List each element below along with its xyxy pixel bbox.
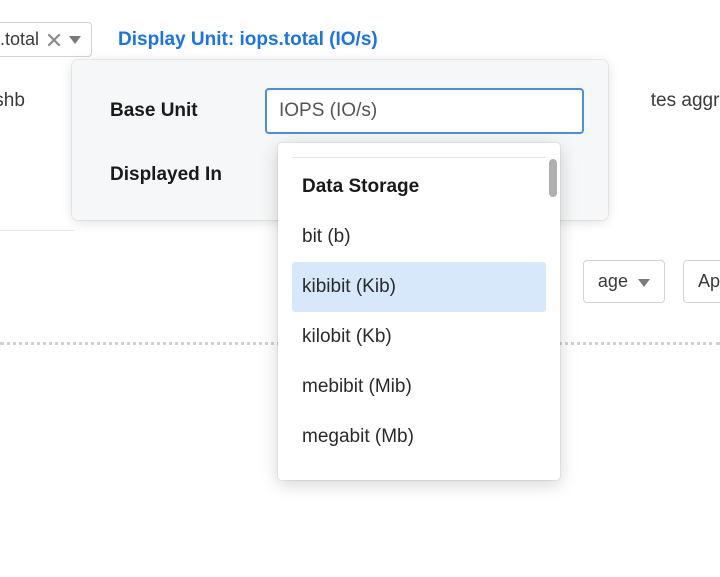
- base-unit-input[interactable]: [265, 88, 584, 134]
- chevron-down-icon[interactable]: [69, 36, 81, 44]
- top-bar: ps.total Display Unit: iops.total (IO/s): [0, 22, 378, 57]
- display-unit-link[interactable]: Display Unit: iops.total (IO/s): [118, 29, 378, 51]
- dropdown-list: Data Storage bit (b)kibibit (Kib)kilobit…: [292, 157, 546, 462]
- metric-chip[interactable]: ps.total: [0, 22, 92, 57]
- background-select[interactable]: age: [583, 260, 665, 303]
- dropdown-item[interactable]: bit (b): [292, 212, 546, 262]
- background-button[interactable]: Ap: [683, 260, 720, 303]
- dropdown-item[interactable]: megabit (Mb): [292, 412, 546, 462]
- dropdown-group-header: Data Storage: [292, 158, 546, 212]
- divider-line: [0, 230, 74, 231]
- dropdown-item[interactable]: mebibit (Mib): [292, 362, 546, 412]
- dropdown-item[interactable]: kilobit (Kb): [292, 312, 546, 362]
- background-text-right: tes aggre: [651, 90, 720, 112]
- unit-dropdown[interactable]: Data Storage bit (b)kibibit (Kib)kilobit…: [278, 143, 560, 480]
- close-icon[interactable]: [47, 33, 61, 47]
- metric-chip-text: ps.total: [0, 29, 39, 50]
- background-controls: age Ap: [583, 260, 720, 303]
- scrollbar-thumb[interactable]: [549, 159, 557, 197]
- chevron-down-icon: [638, 271, 650, 292]
- base-unit-label: Base Unit: [110, 100, 265, 122]
- background-select-text: age: [598, 271, 628, 292]
- dropdown-item[interactable]: kibibit (Kib): [292, 262, 546, 312]
- base-unit-row: Base Unit: [110, 88, 584, 134]
- background-text-left: Dashb: [0, 90, 25, 112]
- displayed-in-label: Displayed In: [110, 164, 265, 186]
